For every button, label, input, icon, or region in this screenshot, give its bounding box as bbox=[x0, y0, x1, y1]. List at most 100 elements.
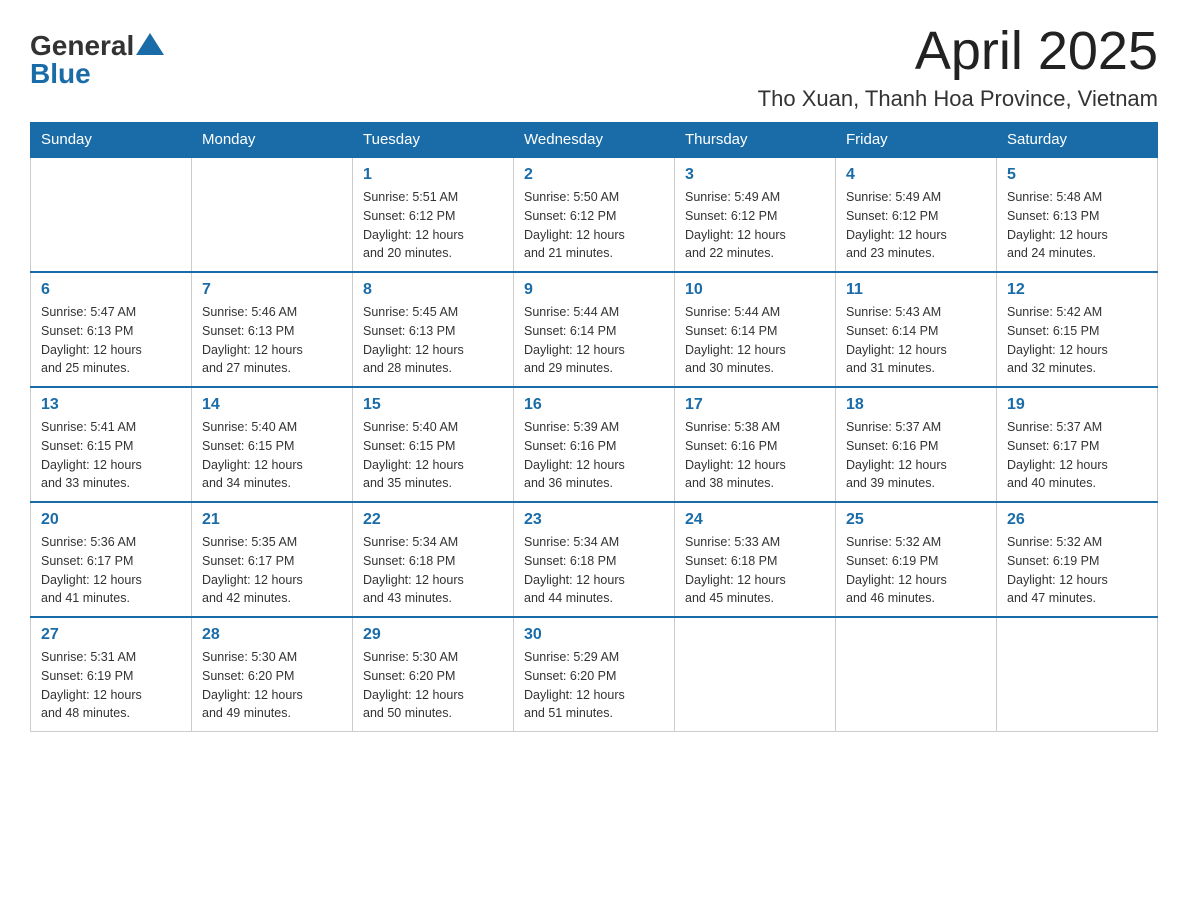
day-info: Sunrise: 5:37 AMSunset: 6:16 PMDaylight:… bbox=[846, 418, 986, 493]
calendar-cell: 2Sunrise: 5:50 AMSunset: 6:12 PMDaylight… bbox=[514, 157, 675, 272]
calendar-cell: 28 Sunrise: 5:30 AMSunset: 6:20 PMDayligh… bbox=[192, 617, 353, 732]
day-info: Sunrise: 5:32 AMSunset: 6:19 PMDaylight:… bbox=[1007, 533, 1147, 608]
day-number: 10 bbox=[685, 281, 825, 299]
day-info: Sunrise: 5:40 AMSunset: 6:15 PMDaylight:… bbox=[363, 418, 503, 493]
day-number: 18 bbox=[846, 396, 986, 414]
title-area: April 2025 Tho Xuan, Thanh Hoa Province,… bbox=[758, 20, 1158, 112]
calendar-cell: 12 Sunrise: 5:42 AMSunset: 6:15 PMDayligh… bbox=[997, 272, 1158, 387]
day-number: 24 bbox=[685, 511, 825, 529]
calendar-body: 1 Sunrise: 5:51 AMSunset: 6:12 PMDaylight… bbox=[31, 157, 1158, 732]
calendar-table: SundayMondayTuesdayWednesdayThursdayFrid… bbox=[30, 122, 1158, 732]
calendar-cell: 17 Sunrise: 5:38 AMSunset: 6:16 PMDayligh… bbox=[675, 387, 836, 502]
day-number: 28 bbox=[202, 626, 342, 644]
calendar-cell: 26 Sunrise: 5:32 AMSunset: 6:19 PMDayligh… bbox=[997, 502, 1158, 617]
calendar-cell: 1 Sunrise: 5:51 AMSunset: 6:12 PMDaylight… bbox=[353, 157, 514, 272]
calendar-cell: 27 Sunrise: 5:31 AMSunset: 6:19 PMDayligh… bbox=[31, 617, 192, 732]
calendar-cell bbox=[675, 617, 836, 732]
day-info: Sunrise: 5:45 AMSunset: 6:13 PMDaylight:… bbox=[363, 303, 503, 378]
day-number: 12 bbox=[1007, 281, 1147, 299]
day-number: 6 bbox=[41, 281, 181, 299]
calendar-cell: 21 Sunrise: 5:35 AMSunset: 6:17 PMDayligh… bbox=[192, 502, 353, 617]
week-row-3: 13 Sunrise: 5:41 AMSunset: 6:15 PMDayligh… bbox=[31, 387, 1158, 502]
day-number: 26 bbox=[1007, 511, 1147, 529]
calendar-cell: 5Sunrise: 5:48 AMSunset: 6:13 PMDaylight… bbox=[997, 157, 1158, 272]
calendar-cell: 20Sunrise: 5:36 AMSunset: 6:17 PMDayligh… bbox=[31, 502, 192, 617]
calendar-cell: 4 Sunrise: 5:49 AMSunset: 6:12 PMDaylight… bbox=[836, 157, 997, 272]
header: General Blue April 2025 Tho Xuan, Thanh … bbox=[30, 20, 1158, 112]
calendar-header: SundayMondayTuesdayWednesdayThursdayFrid… bbox=[31, 123, 1158, 158]
day-number: 19 bbox=[1007, 396, 1147, 414]
calendar-cell: 18 Sunrise: 5:37 AMSunset: 6:16 PMDayligh… bbox=[836, 387, 997, 502]
weekday-header-tuesday: Tuesday bbox=[353, 123, 514, 158]
calendar-cell bbox=[31, 157, 192, 272]
day-number: 22 bbox=[363, 511, 503, 529]
calendar-cell: 14 Sunrise: 5:40 AMSunset: 6:15 PMDayligh… bbox=[192, 387, 353, 502]
day-number: 3 bbox=[685, 166, 825, 184]
day-number: 16 bbox=[524, 396, 664, 414]
logo-triangle-icon bbox=[136, 33, 164, 55]
logo-blue-text: Blue bbox=[30, 58, 91, 90]
day-number: 1 bbox=[363, 166, 503, 184]
month-title: April 2025 bbox=[758, 20, 1158, 82]
calendar-cell: 25Sunrise: 5:32 AMSunset: 6:19 PMDayligh… bbox=[836, 502, 997, 617]
day-info: Sunrise: 5:32 AMSunset: 6:19 PMDaylight:… bbox=[846, 533, 986, 608]
calendar-cell: 6 Sunrise: 5:47 AMSunset: 6:13 PMDaylight… bbox=[31, 272, 192, 387]
calendar-cell: 13 Sunrise: 5:41 AMSunset: 6:15 PMDayligh… bbox=[31, 387, 192, 502]
calendar-cell: 11Sunrise: 5:43 AMSunset: 6:14 PMDayligh… bbox=[836, 272, 997, 387]
week-row-5: 27 Sunrise: 5:31 AMSunset: 6:19 PMDayligh… bbox=[31, 617, 1158, 732]
day-info: Sunrise: 5:49 AMSunset: 6:12 PMDaylight:… bbox=[685, 188, 825, 263]
day-info: Sunrise: 5:34 AMSunset: 6:18 PMDaylight:… bbox=[524, 533, 664, 608]
day-number: 21 bbox=[202, 511, 342, 529]
calendar-cell: 22 Sunrise: 5:34 AMSunset: 6:18 PMDayligh… bbox=[353, 502, 514, 617]
weekday-header-wednesday: Wednesday bbox=[514, 123, 675, 158]
day-info: Sunrise: 5:34 AMSunset: 6:18 PMDaylight:… bbox=[363, 533, 503, 608]
day-info: Sunrise: 5:33 AMSunset: 6:18 PMDaylight:… bbox=[685, 533, 825, 608]
calendar-cell: 29 Sunrise: 5:30 AMSunset: 6:20 PMDayligh… bbox=[353, 617, 514, 732]
weekday-row: SundayMondayTuesdayWednesdayThursdayFrid… bbox=[31, 123, 1158, 158]
day-info: Sunrise: 5:39 AMSunset: 6:16 PMDaylight:… bbox=[524, 418, 664, 493]
day-info: Sunrise: 5:40 AMSunset: 6:15 PMDaylight:… bbox=[202, 418, 342, 493]
calendar-cell: 16 Sunrise: 5:39 AMSunset: 6:16 PMDayligh… bbox=[514, 387, 675, 502]
day-info: Sunrise: 5:44 AMSunset: 6:14 PMDaylight:… bbox=[524, 303, 664, 378]
day-info: Sunrise: 5:35 AMSunset: 6:17 PMDaylight:… bbox=[202, 533, 342, 608]
day-info: Sunrise: 5:51 AMSunset: 6:12 PMDaylight:… bbox=[363, 188, 503, 263]
day-info: Sunrise: 5:30 AMSunset: 6:20 PMDaylight:… bbox=[363, 648, 503, 723]
day-info: Sunrise: 5:30 AMSunset: 6:20 PMDaylight:… bbox=[202, 648, 342, 723]
day-info: Sunrise: 5:42 AMSunset: 6:15 PMDaylight:… bbox=[1007, 303, 1147, 378]
week-row-1: 1 Sunrise: 5:51 AMSunset: 6:12 PMDaylight… bbox=[31, 157, 1158, 272]
calendar-cell: 9Sunrise: 5:44 AMSunset: 6:14 PMDaylight… bbox=[514, 272, 675, 387]
day-number: 7 bbox=[202, 281, 342, 299]
day-info: Sunrise: 5:36 AMSunset: 6:17 PMDaylight:… bbox=[41, 533, 181, 608]
day-info: Sunrise: 5:46 AMSunset: 6:13 PMDaylight:… bbox=[202, 303, 342, 378]
day-number: 27 bbox=[41, 626, 181, 644]
calendar-cell bbox=[997, 617, 1158, 732]
day-info: Sunrise: 5:31 AMSunset: 6:19 PMDaylight:… bbox=[41, 648, 181, 723]
calendar-cell: 8 Sunrise: 5:45 AMSunset: 6:13 PMDaylight… bbox=[353, 272, 514, 387]
day-number: 4 bbox=[846, 166, 986, 184]
calendar-cell: 24 Sunrise: 5:33 AMSunset: 6:18 PMDayligh… bbox=[675, 502, 836, 617]
day-number: 23 bbox=[524, 511, 664, 529]
day-info: Sunrise: 5:29 AMSunset: 6:20 PMDaylight:… bbox=[524, 648, 664, 723]
calendar-cell: 19Sunrise: 5:37 AMSunset: 6:17 PMDayligh… bbox=[997, 387, 1158, 502]
weekday-header-saturday: Saturday bbox=[997, 123, 1158, 158]
day-info: Sunrise: 5:41 AMSunset: 6:15 PMDaylight:… bbox=[41, 418, 181, 493]
location-title: Tho Xuan, Thanh Hoa Province, Vietnam bbox=[758, 86, 1158, 112]
weekday-header-friday: Friday bbox=[836, 123, 997, 158]
day-info: Sunrise: 5:47 AMSunset: 6:13 PMDaylight:… bbox=[41, 303, 181, 378]
day-info: Sunrise: 5:38 AMSunset: 6:16 PMDaylight:… bbox=[685, 418, 825, 493]
weekday-header-thursday: Thursday bbox=[675, 123, 836, 158]
calendar-cell: 23 Sunrise: 5:34 AMSunset: 6:18 PMDayligh… bbox=[514, 502, 675, 617]
day-number: 29 bbox=[363, 626, 503, 644]
day-number: 15 bbox=[363, 396, 503, 414]
day-number: 14 bbox=[202, 396, 342, 414]
day-number: 2 bbox=[524, 166, 664, 184]
day-info: Sunrise: 5:49 AMSunset: 6:12 PMDaylight:… bbox=[846, 188, 986, 263]
day-number: 8 bbox=[363, 281, 503, 299]
calendar-cell bbox=[836, 617, 997, 732]
logo: General Blue bbox=[30, 30, 164, 90]
calendar-cell: 30Sunrise: 5:29 AMSunset: 6:20 PMDayligh… bbox=[514, 617, 675, 732]
week-row-4: 20Sunrise: 5:36 AMSunset: 6:17 PMDayligh… bbox=[31, 502, 1158, 617]
day-number: 17 bbox=[685, 396, 825, 414]
day-number: 13 bbox=[41, 396, 181, 414]
weekday-header-monday: Monday bbox=[192, 123, 353, 158]
